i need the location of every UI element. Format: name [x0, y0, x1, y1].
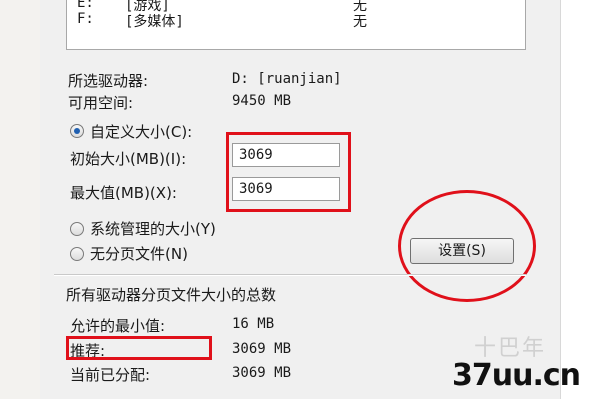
drive-label: [多媒体]	[125, 14, 184, 30]
no-paging-file-radio[interactable]	[70, 247, 84, 261]
selected-drive-label: 所选驱动器:	[68, 72, 149, 90]
watermark-logo: 37uu.cn	[452, 358, 581, 393]
custom-size-label: 自定义大小(C):	[90, 123, 193, 141]
min-allowed-label: 允许的最小值:	[70, 317, 166, 335]
drive-list[interactable]: E: [游戏] 无 F: [多媒体] 无	[66, 0, 526, 50]
min-allowed-value: 16 MB	[232, 316, 275, 332]
drive-paging-size: 无	[353, 14, 367, 30]
background	[561, 0, 598, 399]
free-space-value: 9450 MB	[232, 93, 292, 109]
initial-size-label: 初始大小(MB)(I):	[70, 150, 187, 168]
custom-size-radio[interactable]	[70, 124, 84, 138]
drive-letter: F:	[77, 11, 94, 27]
totals-title: 所有驱动器分页文件大小的总数	[66, 286, 277, 304]
current-allocated-label: 当前已分配:	[70, 366, 151, 384]
free-space-label: 可用空间:	[68, 94, 134, 112]
max-size-label: 最大值(MB)(X):	[70, 184, 177, 202]
annotation-circle	[398, 190, 536, 302]
system-managed-label: 系统管理的大小(Y)	[90, 220, 216, 238]
system-managed-radio[interactable]	[70, 222, 84, 236]
annotation-highlight-box	[226, 132, 351, 212]
annotation-recommended-box	[66, 336, 212, 360]
recommended-value: 3069 MB	[232, 341, 292, 357]
section-divider	[54, 274, 526, 276]
no-paging-file-label: 无分页文件(N)	[90, 245, 188, 263]
selected-drive-value: D: [ruanjian]	[232, 71, 342, 87]
window-edge	[0, 0, 40, 399]
current-allocated-value: 3069 MB	[232, 365, 292, 381]
drive-letter: E:	[77, 0, 94, 11]
